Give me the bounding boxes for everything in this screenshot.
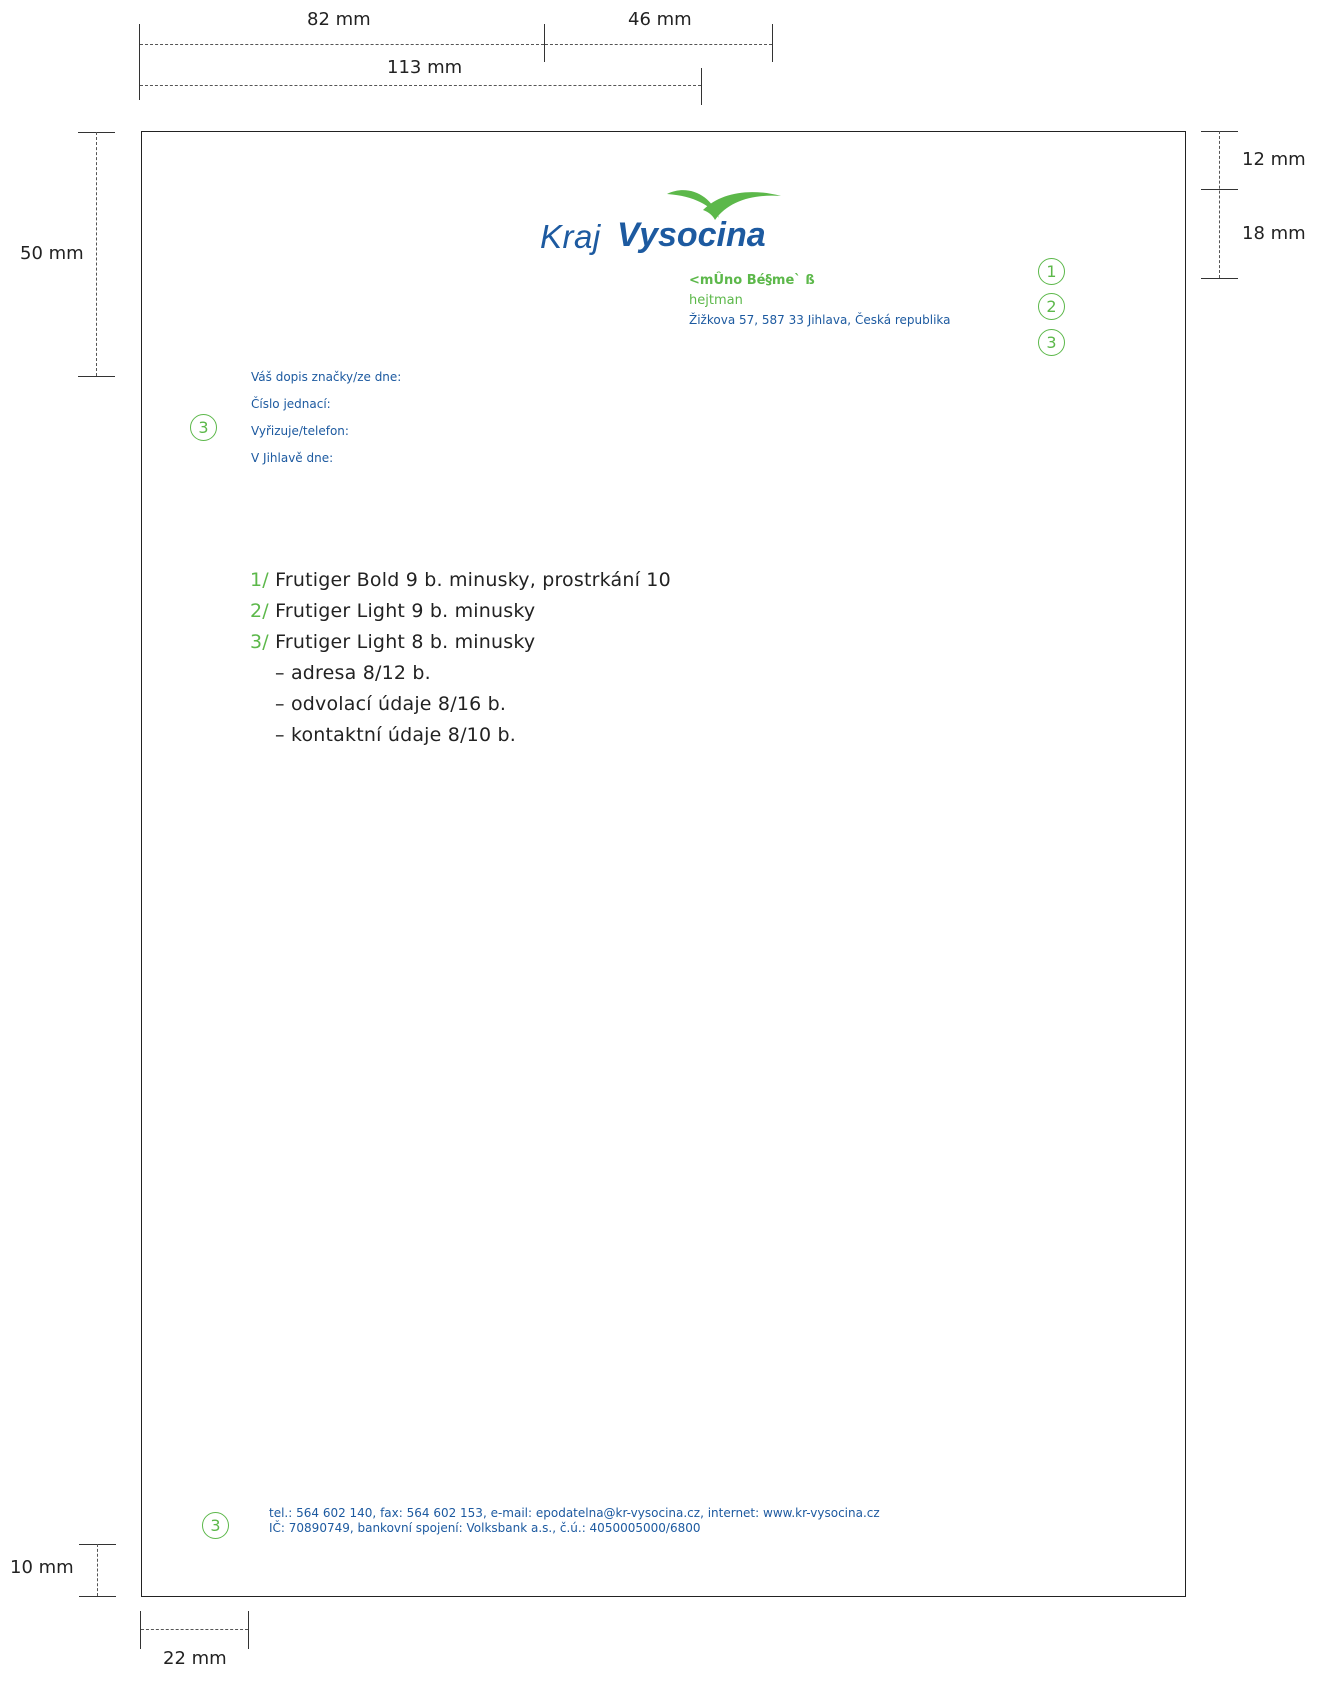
spec-subitem-contact: – kontaktní údaje 8/10 b. (275, 724, 516, 746)
dim-label-18mm: 18 mm (1242, 223, 1306, 244)
dim-label-113mm: 113 mm (387, 57, 463, 78)
dim-line-12-18 (1219, 131, 1220, 278)
spec-num-3: 3/ (250, 631, 269, 653)
logo: Kraj Vysocina (540, 186, 781, 258)
dim-line-46 (545, 44, 772, 45)
dim-label-12mm: 12 mm (1242, 149, 1306, 170)
dim-tick-46-end (772, 24, 773, 62)
ref-field-handled-by: Vyřizuje/telefon: (251, 424, 349, 438)
dim-tick-left-top (139, 24, 140, 100)
ref-field-reference-number: Číslo jednací: (251, 397, 331, 411)
sender-address: Žižkova 57, 587 33 Jihlava, Česká republ… (689, 313, 951, 327)
spec-line-3: 3/ Frutiger Light 8 b. minusky (250, 631, 535, 653)
marker-3-footer: 3 (202, 1512, 229, 1539)
dim-line-22 (141, 1629, 248, 1630)
ref-field-your-letter: Váš dopis značky/ze dne: (251, 370, 402, 384)
marker-3-references: 3 (190, 414, 217, 441)
dim-label-10mm: 10 mm (10, 1557, 74, 1578)
dim-tick-22-right (248, 1611, 249, 1649)
spec-subitem-address: – adresa 8/12 b. (275, 662, 431, 684)
dim-line-82 (140, 44, 544, 45)
spec-num-1: 1/ (250, 569, 269, 591)
ref-field-date: V Jihlavě dne: (251, 451, 334, 465)
spec-text-3: Frutiger Light 8 b. minusky (275, 631, 536, 653)
marker-3: 3 (1038, 329, 1065, 356)
dim-line-113 (140, 85, 701, 86)
dim-tick-50-bottom (78, 376, 115, 377)
dim-label-22mm: 22 mm (163, 1648, 227, 1669)
spec-num-2: 2/ (250, 600, 269, 622)
sender-name: <mÛno Bé§me` ß (689, 273, 815, 288)
letterhead-sheet (141, 131, 1186, 1597)
spec-text-1: Frutiger Bold 9 b. minusky, prostrkání 1… (275, 569, 671, 591)
marker-2: 2 (1038, 293, 1065, 320)
logo-word-kraj: Kraj (540, 218, 601, 255)
dim-line-50 (96, 132, 97, 376)
spec-subitem-reference: – odvolací údaje 8/16 b. (275, 693, 507, 715)
dim-tick-18-bottom (1201, 278, 1238, 279)
footer-contact-line: tel.: 564 602 140, fax: 564 602 153, e-m… (269, 1506, 880, 1520)
spec-line-1: 1/ Frutiger Bold 9 b. minusky, prostrkán… (250, 569, 671, 591)
dim-label-82mm: 82 mm (307, 9, 371, 30)
sender-title: hejtman (689, 293, 743, 308)
dim-tick-82-end (544, 24, 545, 62)
dim-line-10 (97, 1544, 98, 1596)
spec-line-2: 2/ Frutiger Light 9 b. minusky (250, 600, 535, 622)
footer-bank-line: IČ: 70890749, bankovní spojení: Volksban… (269, 1521, 701, 1535)
logo-word-vysocina: Vysocina (617, 216, 766, 254)
spec-text-2: Frutiger Light 9 b. minusky (275, 600, 536, 622)
dim-label-50mm: 50 mm (20, 243, 84, 264)
dim-tick-10-bottom (79, 1596, 116, 1597)
marker-1: 1 (1038, 258, 1065, 285)
dim-tick-113-end (701, 68, 702, 105)
dim-tick-22-left (140, 1611, 141, 1649)
dim-label-46mm: 46 mm (628, 9, 692, 30)
